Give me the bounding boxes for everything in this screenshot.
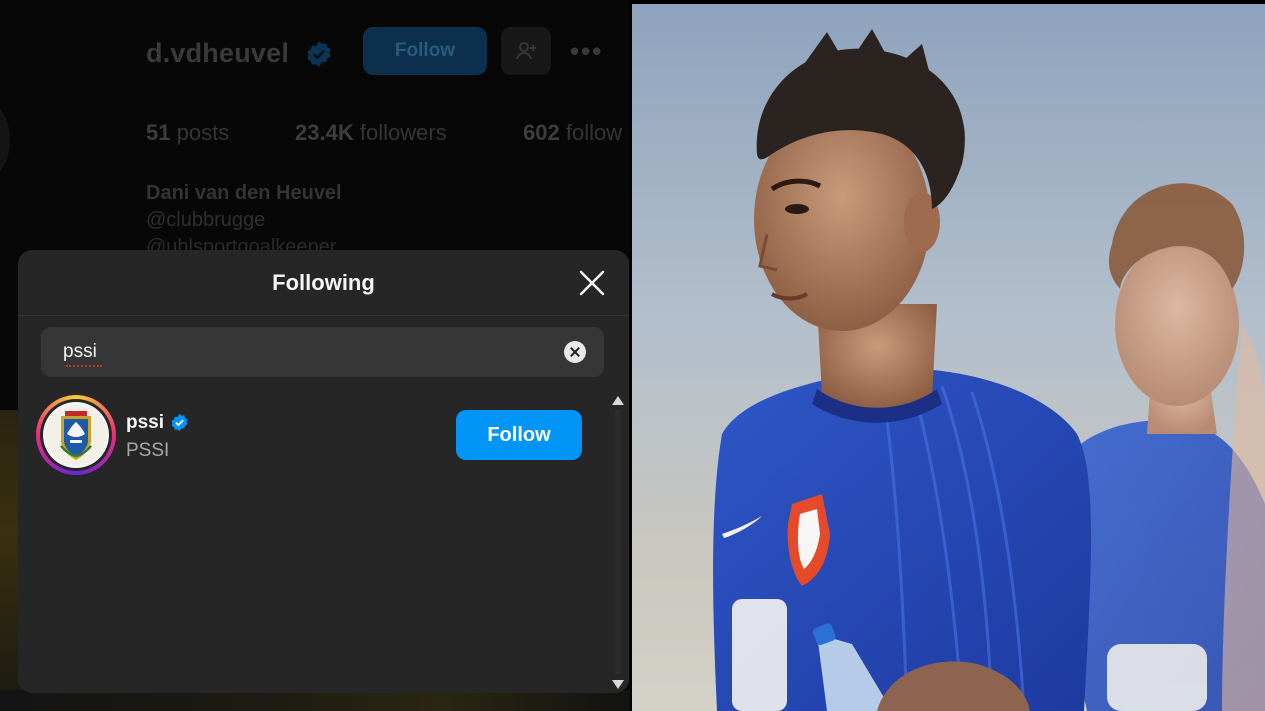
add-user-button[interactable] xyxy=(501,27,551,75)
following-label: follow xyxy=(565,120,623,145)
background-content xyxy=(0,690,630,711)
following-modal: Following pssi pssi PSSI Follow xyxy=(18,250,629,693)
result-full-name: PSSI xyxy=(126,440,170,461)
profile-username: d.vdheuvel xyxy=(146,38,290,68)
scroll-down-icon[interactable] xyxy=(612,680,624,689)
profile-header: d.vdheuvel Follow ••• 51 posts 23.4K fol… xyxy=(0,0,630,258)
posts-label: posts xyxy=(176,120,230,145)
posts-stat: 51 posts xyxy=(146,120,229,146)
verified-badge-icon xyxy=(307,41,331,67)
close-button[interactable] xyxy=(573,264,611,302)
following-stat[interactable]: 602 follow xyxy=(523,120,622,146)
follow-button[interactable]: Follow xyxy=(456,410,582,460)
bio-link[interactable]: @clubbrugge xyxy=(146,209,265,232)
modal-header: Following xyxy=(18,250,629,316)
story-ring xyxy=(36,395,116,475)
instagram-screenshot: d.vdheuvel Follow ••• 51 posts 23.4K fol… xyxy=(0,0,630,711)
profile-follow-button[interactable]: Follow xyxy=(363,27,487,75)
followers-stat[interactable]: 23.4K followers xyxy=(295,120,447,146)
modal-title: Following xyxy=(272,270,375,295)
posts-count: 51 xyxy=(146,120,171,145)
scrollbar[interactable] xyxy=(607,390,629,693)
training-photo-illustration xyxy=(632,4,1265,711)
pssi-logo-icon xyxy=(46,405,106,465)
bio-name: Dani van den Heuvel xyxy=(146,182,342,204)
player-photo xyxy=(632,4,1265,711)
list-item[interactable]: pssi PSSI Follow xyxy=(18,390,608,482)
more-options-icon[interactable]: ••• xyxy=(570,36,603,67)
scrollbar-track[interactable] xyxy=(615,410,621,674)
result-username: pssi xyxy=(126,412,165,433)
verified-badge-icon xyxy=(171,413,188,432)
add-user-icon xyxy=(516,42,536,60)
spellcheck-underline xyxy=(66,365,102,367)
avatar[interactable] xyxy=(43,402,109,468)
profile-avatar[interactable] xyxy=(0,95,10,185)
clear-search-icon[interactable] xyxy=(564,341,586,363)
followers-label: followers xyxy=(359,120,447,145)
search-box xyxy=(41,327,604,377)
followers-count: 23.4K xyxy=(295,120,354,145)
following-count: 602 xyxy=(523,120,560,145)
scroll-up-icon[interactable] xyxy=(612,396,624,405)
search-input[interactable] xyxy=(63,337,543,367)
close-icon xyxy=(579,270,605,296)
